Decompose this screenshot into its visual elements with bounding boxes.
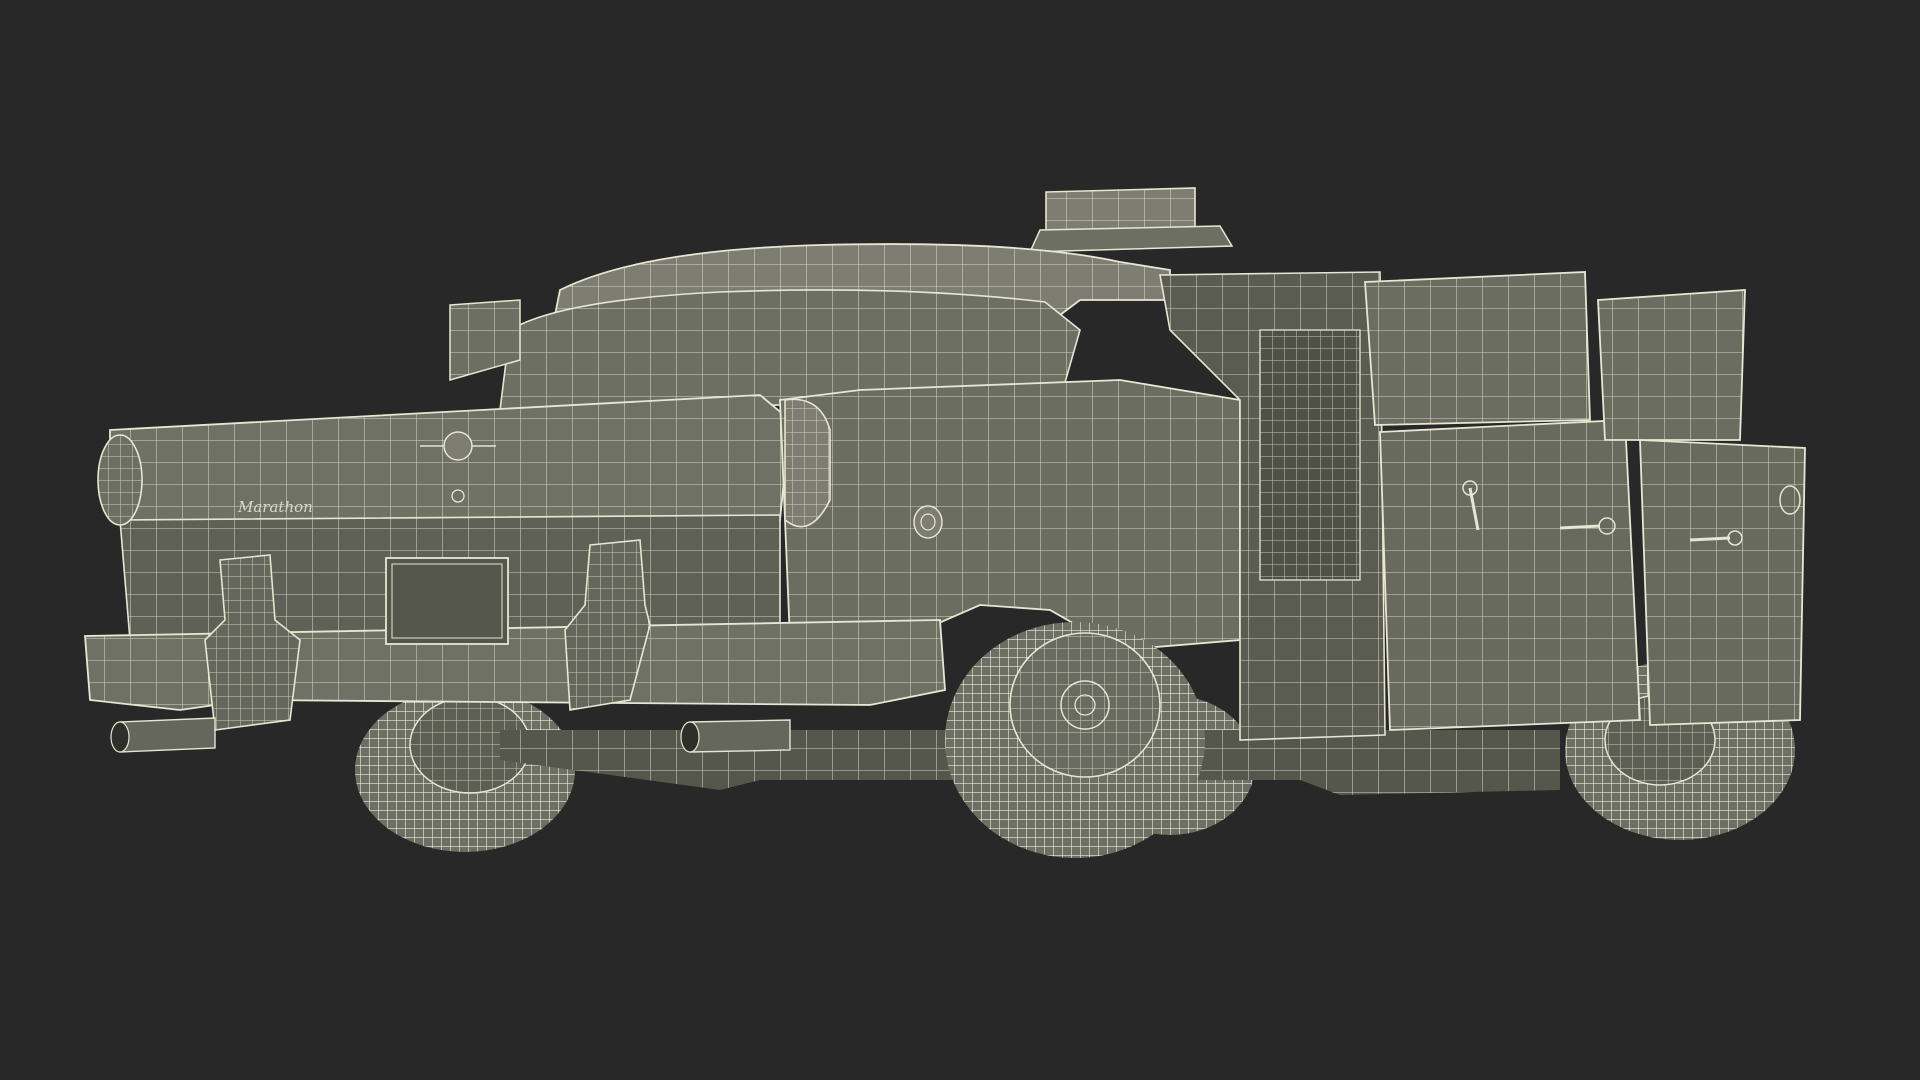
fuel-cap bbox=[913, 505, 943, 539]
wireframe-render: Marathon bbox=[84, 187, 1806, 858]
rear-right-wheel bbox=[945, 622, 1205, 858]
license-plate bbox=[385, 557, 509, 645]
right-tail-light bbox=[784, 398, 831, 528]
model-badge-text: Marathon bbox=[237, 498, 313, 516]
trunk-panel bbox=[109, 394, 791, 536]
exhaust-pipe-left bbox=[110, 717, 216, 753]
roof-light bbox=[1028, 187, 1234, 253]
rear-left-wheel bbox=[355, 688, 575, 852]
render-viewport: Marathon bbox=[0, 0, 1920, 1080]
rear-quarter-panel bbox=[779, 379, 1241, 651]
left-tail-light bbox=[97, 434, 143, 526]
open-rear-door bbox=[1364, 271, 1641, 731]
exhaust-pipe-right bbox=[680, 719, 791, 753]
